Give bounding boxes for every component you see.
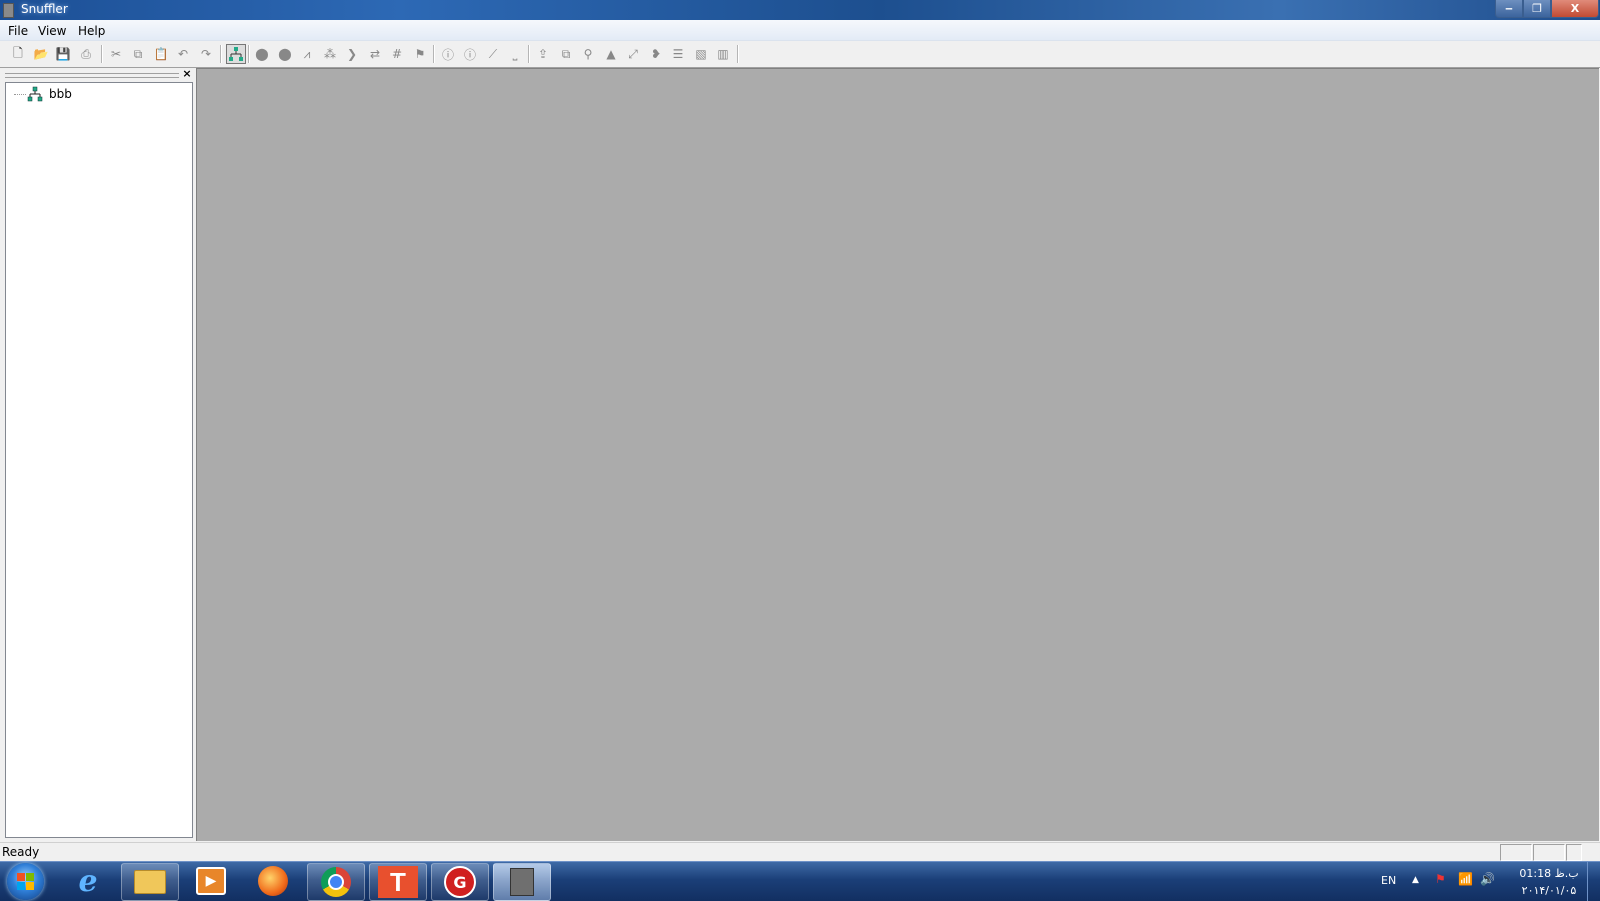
rec-glyph: G bbox=[444, 866, 476, 898]
mdi-workspace[interactable] bbox=[196, 68, 1599, 841]
network-tree-icon[interactable] bbox=[226, 44, 246, 64]
cut-icon[interactable]: ✂ bbox=[106, 44, 126, 64]
swap-icon[interactable]: ⇄ bbox=[365, 44, 385, 64]
explorer-folder-icon[interactable] bbox=[121, 863, 179, 901]
chrome-icon[interactable] bbox=[307, 863, 365, 901]
project-tree: bbb bbox=[5, 82, 193, 838]
resize-icon[interactable]: ⤢ bbox=[623, 44, 643, 64]
media-glyph: ▶ bbox=[196, 867, 226, 895]
t-app-icon[interactable]: T bbox=[369, 863, 427, 901]
zoom-in-icon[interactable]: ⬤ bbox=[252, 44, 272, 64]
menu-file[interactable]: File bbox=[8, 24, 28, 38]
start-button[interactable] bbox=[7, 863, 44, 900]
folder-shape bbox=[134, 870, 166, 894]
clock-date[interactable]: ۲۰۱۴/۰۱/۰۵ bbox=[1515, 884, 1583, 897]
minimize-button[interactable]: ‒ bbox=[1495, 0, 1523, 18]
scatter-icon[interactable]: ⁂ bbox=[320, 44, 340, 64]
action-center-flag-icon[interactable]: ⚑ bbox=[1435, 872, 1446, 886]
window-controls: ‒ ❐ X bbox=[1495, 0, 1599, 18]
layers-icon[interactable]: ⧉ bbox=[556, 44, 576, 64]
menu-help[interactable]: Help bbox=[78, 24, 105, 38]
recorder-icon[interactable]: G bbox=[431, 863, 489, 901]
copy-icon[interactable]: ⧉ bbox=[128, 44, 148, 64]
ruler-icon[interactable]: ⎵ bbox=[505, 44, 525, 64]
network-node-icon bbox=[27, 86, 43, 102]
windows-logo-icon bbox=[17, 873, 34, 890]
show-desktop-button[interactable] bbox=[1587, 862, 1600, 901]
title-bar[interactable]: Snuffler ‒ ❐ X bbox=[0, 0, 1600, 20]
undo-icon[interactable]: ↶ bbox=[173, 44, 193, 64]
chrome-shape bbox=[321, 867, 351, 897]
flag-icon[interactable]: ⚑ bbox=[410, 44, 430, 64]
status-text: Ready bbox=[2, 845, 40, 859]
snuffler-shape bbox=[510, 868, 534, 896]
open-icon[interactable]: 📂 bbox=[31, 44, 51, 64]
app-icon bbox=[3, 3, 14, 18]
snuffler-app-icon[interactable] bbox=[493, 863, 551, 901]
lines-icon[interactable]: ☰ bbox=[668, 44, 688, 64]
t-glyph: T bbox=[378, 866, 418, 898]
redo-icon[interactable]: ↷ bbox=[196, 44, 216, 64]
menu-view[interactable]: View bbox=[38, 24, 66, 38]
status-bar: Ready bbox=[0, 842, 1600, 861]
ie-icon[interactable]: e bbox=[60, 863, 116, 899]
network-signal-icon[interactable]: 📶 bbox=[1458, 872, 1473, 886]
paste-icon[interactable]: 📋 bbox=[151, 44, 171, 64]
tree-node[interactable]: bbb bbox=[6, 83, 126, 103]
split-icon[interactable]: ⚲ bbox=[578, 44, 598, 64]
pane-close-icon[interactable]: × bbox=[181, 68, 193, 80]
columns-icon[interactable]: ▥ bbox=[713, 44, 733, 64]
restore-button[interactable]: ❐ bbox=[1523, 0, 1551, 18]
clock-time[interactable]: 01:18 ب.ظ bbox=[1519, 867, 1579, 880]
media-player-icon[interactable]: ▶ bbox=[183, 863, 239, 899]
zoom-out-icon[interactable]: ⬤ bbox=[275, 44, 295, 64]
info-icon[interactable]: ⓘ bbox=[438, 44, 458, 64]
firefox-icon[interactable] bbox=[245, 863, 301, 899]
forward-icon[interactable]: ❯ bbox=[342, 44, 362, 64]
tree-node-label: bbb bbox=[49, 87, 72, 101]
line-icon[interactable]: ⟋ bbox=[483, 44, 503, 64]
spiral-icon[interactable]: ❥ bbox=[646, 44, 666, 64]
info-alt-icon[interactable]: ⓘ bbox=[460, 44, 480, 64]
ie-glyph: e bbox=[78, 863, 98, 899]
menu-bar: File View Help bbox=[0, 20, 1600, 41]
network-tree-svg bbox=[229, 47, 243, 61]
tree-connector bbox=[14, 94, 26, 95]
navigator-pane: × bbb bbox=[3, 68, 193, 838]
toolbar: 🗋 📂 💾 ⎙ ✂ ⧉ 📋 ↶ ↷ ⬤ ⬤ ⩘ ⁂ ❯ ⇄ # ⚑ ⓘ ⓘ ⟋ … bbox=[0, 41, 1600, 68]
chart-icon[interactable]: ⩘ bbox=[297, 44, 317, 64]
status-panel-3 bbox=[1566, 844, 1582, 861]
window-title: Snuffler bbox=[21, 2, 68, 16]
language-indicator[interactable]: EN bbox=[1381, 874, 1396, 887]
mountain-icon[interactable]: ▲ bbox=[601, 44, 621, 64]
firefox-shape bbox=[258, 866, 288, 896]
save-icon[interactable]: 💾 bbox=[53, 44, 73, 64]
volume-icon[interactable]: 🔊 bbox=[1480, 872, 1495, 886]
grid-icon[interactable]: # bbox=[387, 44, 407, 64]
status-panel-2 bbox=[1533, 844, 1565, 861]
pane-gripper[interactable] bbox=[5, 73, 179, 78]
taskbar: e ▶ T G EN ▲ ⚑ 📶 🔊 01:18 ب.ظ ۲۰۱۴/۰۱/۰۵ bbox=[0, 861, 1600, 901]
close-button[interactable]: X bbox=[1551, 0, 1599, 18]
tray-expand-icon[interactable]: ▲ bbox=[1412, 875, 1419, 885]
new-icon[interactable]: 🗋 bbox=[8, 44, 28, 64]
import-icon[interactable]: ⇪ bbox=[533, 44, 553, 64]
panel-icon[interactable]: ▧ bbox=[691, 44, 711, 64]
status-panel-1 bbox=[1500, 844, 1532, 861]
print-icon[interactable]: ⎙ bbox=[76, 44, 96, 64]
